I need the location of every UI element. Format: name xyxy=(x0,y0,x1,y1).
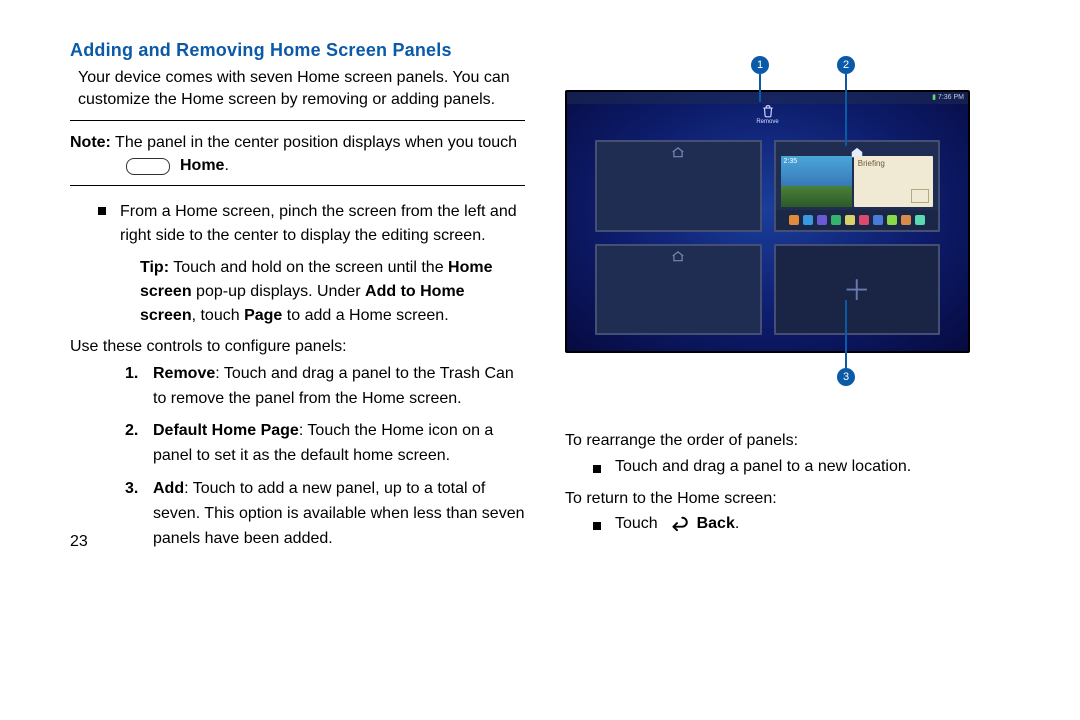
dock-app-icon xyxy=(845,215,855,225)
add-panel-button: ＋ xyxy=(774,244,941,336)
note-text-1: The panel in the center position display… xyxy=(111,134,517,151)
tip-text: pop-up displays. Under xyxy=(192,283,365,300)
home-panel-empty xyxy=(595,244,762,336)
bullet-pinch: From a Home screen, pinch the screen fro… xyxy=(98,200,525,248)
divider xyxy=(70,185,525,186)
callout-1: 1 xyxy=(751,56,769,74)
tablet-screen: ▮ 7:36 PM Remove xyxy=(565,90,970,353)
list-number: 3. xyxy=(125,477,143,551)
dock-app-icon xyxy=(859,215,869,225)
period: . xyxy=(735,515,739,532)
remove-label: Remove xyxy=(756,119,778,125)
rearrange-bullet: Touch and drag a panel to a new location… xyxy=(593,458,1020,476)
dock-app-icon xyxy=(915,215,925,225)
touch-word: Touch xyxy=(615,515,662,532)
square-bullet-icon xyxy=(98,207,106,215)
tip-block: Tip: Touch and hold on the screen until … xyxy=(140,256,525,328)
list-number: 2. xyxy=(125,419,143,469)
trash-icon xyxy=(761,104,775,118)
home-outline-icon xyxy=(671,250,685,262)
bullet-text: Touch and drag a panel to a new location… xyxy=(615,458,911,476)
list-number: 1. xyxy=(125,362,143,412)
dock-app-icon xyxy=(901,215,911,225)
home-outline-icon xyxy=(671,146,685,158)
callout-2: 2 xyxy=(837,56,855,74)
square-bullet-icon xyxy=(593,465,601,473)
callout-line xyxy=(759,74,761,102)
bullet-text: From a Home screen, pinch the screen fro… xyxy=(120,200,525,248)
remove-target: Remove xyxy=(743,104,793,125)
home-panel-empty xyxy=(595,140,762,232)
tip-bold: Page xyxy=(244,307,282,324)
weather-widget: 2:35 xyxy=(781,156,852,207)
tip-text: to add a Home screen. xyxy=(282,307,448,324)
controls-list: 1. Remove: Touch and drag a panel to the… xyxy=(70,362,525,552)
dock-app-icon xyxy=(789,215,799,225)
page-number: 23 xyxy=(70,533,88,551)
list-bold: Default Home Page xyxy=(153,422,299,439)
dock-app-icon xyxy=(817,215,827,225)
divider xyxy=(70,120,525,121)
list-item: 1. Remove: Touch and drag a panel to the… xyxy=(125,362,525,412)
section-title: Adding and Removing Home Screen Panels xyxy=(70,40,525,61)
home-button-icon xyxy=(126,158,170,175)
list-item: 2. Default Home Page: Touch the Home ico… xyxy=(125,419,525,469)
briefing-widget: Briefing xyxy=(854,156,933,207)
list-bold: Add xyxy=(153,480,184,497)
weather-time: 2:35 xyxy=(784,158,798,165)
dock-app-icon xyxy=(887,215,897,225)
dock-app-icon xyxy=(873,215,883,225)
device-figure: 1 2 3 ▮ 7:36 PM Remove xyxy=(565,90,970,390)
note-label: Note: xyxy=(70,134,111,151)
note-block: Note: The panel in the center position d… xyxy=(70,131,525,175)
square-bullet-icon xyxy=(593,522,601,530)
return-label: To return to the Home screen: xyxy=(565,488,1020,510)
callout-line xyxy=(845,74,847,146)
home-word: Home xyxy=(180,157,224,174)
status-time: 7:36 PM xyxy=(938,94,964,101)
period: . xyxy=(224,157,228,174)
intro-text: Your device comes with seven Home screen… xyxy=(70,67,525,110)
tip-text: , touch xyxy=(192,307,244,324)
home-panel-default: 2:35 Briefing xyxy=(774,140,941,232)
configure-intro: Use these controls to configure panels: xyxy=(70,336,525,358)
tip-text: Touch and hold on the screen until the xyxy=(169,259,448,276)
tip-label: Tip: xyxy=(140,259,169,276)
rearrange-label: To rearrange the order of panels: xyxy=(565,430,1020,452)
callout-3: 3 xyxy=(837,368,855,386)
status-bar: ▮ 7:36 PM xyxy=(567,92,968,104)
dock-app-icon xyxy=(831,215,841,225)
dock-app-icon xyxy=(803,215,813,225)
callout-line xyxy=(845,300,847,368)
list-bold: Remove xyxy=(153,365,215,382)
app-dock xyxy=(776,210,939,230)
back-icon xyxy=(666,516,688,532)
list-item: 3. Add: Touch to add a new panel, up to … xyxy=(125,477,525,551)
back-word: Back xyxy=(697,515,735,532)
list-text: : Touch to add a new panel, up to a tota… xyxy=(153,480,524,547)
right-text-block: To rearrange the order of panels: Touch … xyxy=(565,430,1020,533)
return-bullet: Touch Back. xyxy=(593,515,1020,533)
